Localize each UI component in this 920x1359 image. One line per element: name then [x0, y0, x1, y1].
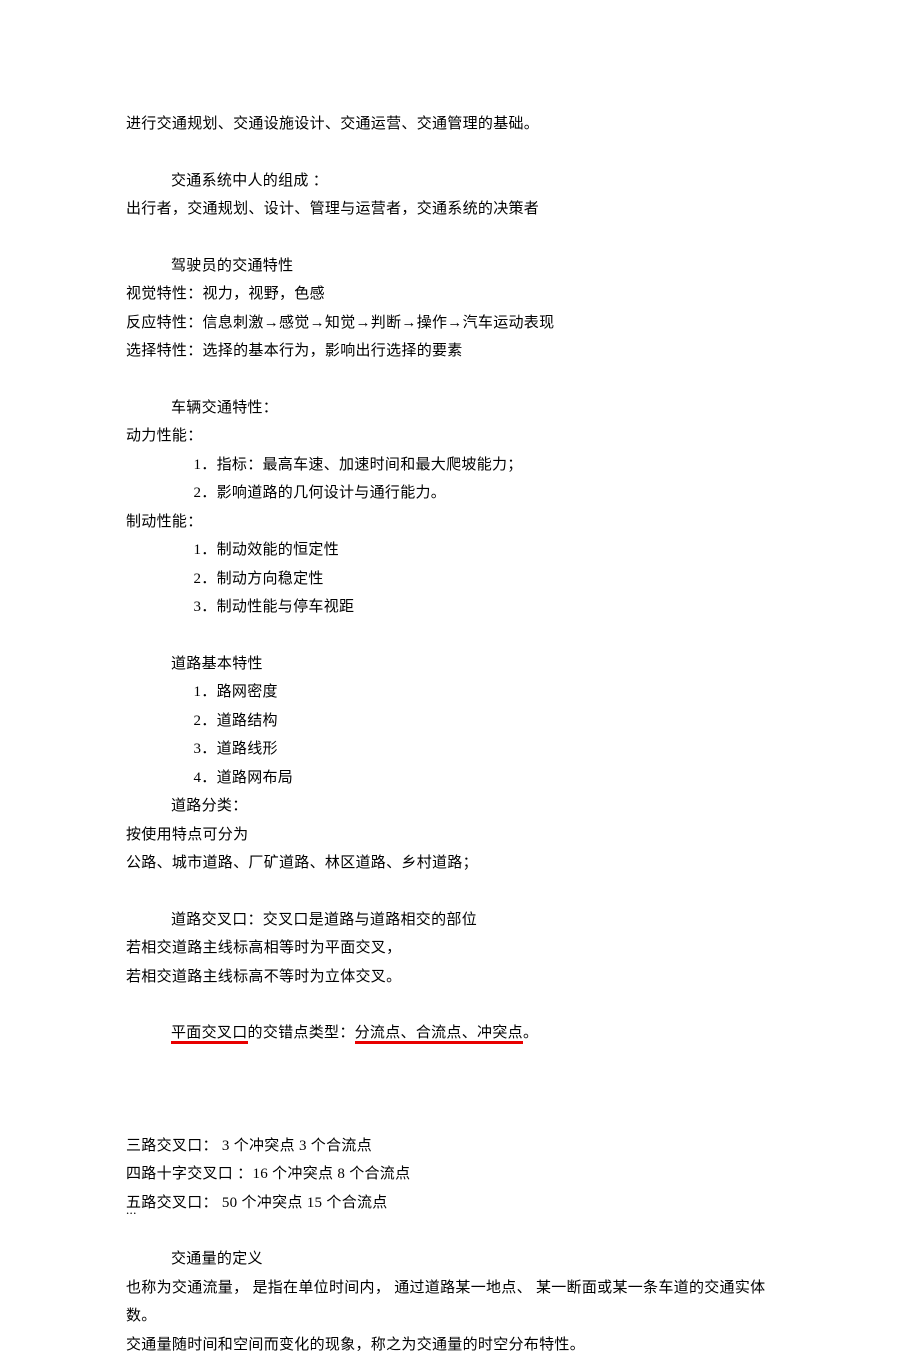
text-line: 道路分类：	[126, 792, 794, 821]
text-line: 四路十字交叉口 ：16 个冲突点 8 个合流点	[126, 1160, 794, 1189]
text-segment: 。	[523, 1025, 538, 1041]
text-line: 2．影响道路的几何设计与通行能力。	[126, 479, 794, 508]
text-line: 制动性能：	[126, 508, 794, 537]
blank-line	[126, 1048, 794, 1076]
text-line: 车辆交通特性：	[126, 394, 794, 423]
text-line: 选择特性：选择的基本行为，影响出行选择的要素	[126, 337, 794, 366]
text-line: 1．路网密度	[126, 678, 794, 707]
text-line: 驾驶员的交通特性	[126, 252, 794, 281]
text-line: 若相交道路主线标高不等时为立体交叉。	[126, 963, 794, 992]
text-line: 视觉特性：视力，视野，色感	[126, 280, 794, 309]
highlighted-line: 平面交叉口的交错点类型：分流点、合流点、冲突点。	[126, 1019, 794, 1048]
blank-line	[126, 622, 794, 650]
blank-line	[126, 991, 794, 1019]
underlined-text: 分流点、合流点、冲突点	[355, 1025, 523, 1044]
text-line: 若相交道路主线标高相等时为平面交叉，	[126, 934, 794, 963]
text-line: 按使用特点可分为	[126, 821, 794, 850]
underlined-text: 平面交叉口	[171, 1025, 248, 1044]
text-line: 2．制动方向稳定性	[126, 565, 794, 594]
text-line: 3．道路线形	[126, 735, 794, 764]
text-line: 出行者，交通规划、设计、管理与运营者，交通系统的决策者	[126, 195, 794, 224]
text-line: 3．制动性能与停车视距	[126, 593, 794, 622]
text-line: 4．道路网布局	[126, 764, 794, 793]
text-line: 交通系统中人的组成 ：	[126, 167, 794, 196]
text-line: 交通量的定义	[126, 1245, 794, 1274]
footer-text: ...	[126, 1198, 137, 1223]
text-line: 交通量随时间和空间而变化的现象，称之为交通量的时空分布特性。	[126, 1331, 794, 1359]
text-line: 进行交通规划、交通设施设计、交通运营、交通管理的基础。	[126, 110, 794, 139]
text-line: 公路、城市道路、厂矿道路、林区道路、乡村道路；	[126, 849, 794, 878]
text-line: 道路交叉口：交叉口是道路与道路相交的部位	[126, 906, 794, 935]
blank-line	[126, 366, 794, 394]
text-segment: 的交错点类型：	[248, 1025, 355, 1041]
blank-line	[126, 139, 794, 167]
text-line: 动力性能：	[126, 422, 794, 451]
blank-line	[126, 1217, 794, 1245]
text-line: 道路基本特性	[126, 650, 794, 679]
blank-line	[126, 878, 794, 906]
text-line: 反应特性：信息刺激→感觉→知觉→判断→操作→汽车运动表现	[126, 309, 794, 338]
text-line: 2．道路结构	[126, 707, 794, 736]
blank-line	[126, 1076, 794, 1104]
text-line: 五路交叉口： 50 个冲突点 15 个合流点	[126, 1189, 794, 1218]
text-line: 1．指标：最高车速、加速时间和最大爬坡能力；	[126, 451, 794, 480]
text-line: 三路交叉口： 3 个冲突点 3 个合流点	[126, 1132, 794, 1161]
blank-line	[126, 224, 794, 252]
text-line: 1．制动效能的恒定性	[126, 536, 794, 565]
text-line: 也称为交通流量， 是指在单位时间内， 通过道路某一地点、 某一断面或某一条车道的…	[126, 1274, 794, 1331]
blank-line	[126, 1104, 794, 1132]
